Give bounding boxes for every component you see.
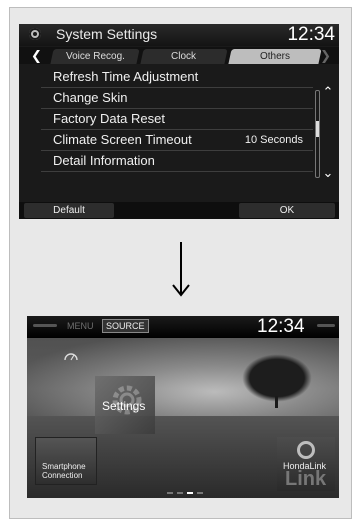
list-item-label: Climate Screen Timeout bbox=[53, 132, 192, 147]
ok-button[interactable]: OK bbox=[239, 203, 335, 218]
list-item-refresh-time-adjustment[interactable]: Refresh Time Adjustment bbox=[41, 67, 313, 88]
scroll-down-icon[interactable]: ⌄ bbox=[319, 165, 337, 181]
list-item-climate-screen-timeout[interactable]: Climate Screen Timeout 10 Seconds bbox=[41, 130, 313, 151]
status-bar-indicator bbox=[317, 324, 335, 327]
scroll-up-icon[interactable]: ⌃ bbox=[319, 84, 337, 100]
hondalink-watermark: Link bbox=[285, 468, 327, 490]
source-button[interactable]: SOURCE bbox=[102, 319, 149, 333]
chevron-right-icon[interactable]: ❯ bbox=[320, 47, 331, 64]
list-item-label: Detail Information bbox=[53, 153, 155, 168]
tab-label: Others bbox=[259, 51, 290, 62]
system-settings-screen: System Settings 12:34 ❮ Voice Recog. Clo… bbox=[19, 24, 339, 219]
home-top-bar: MENU SOURCE 12:34 bbox=[27, 316, 339, 338]
list-item-factory-data-reset[interactable]: Factory Data Reset bbox=[41, 109, 313, 130]
arrow-down-icon bbox=[172, 242, 190, 297]
speedometer-icon[interactable] bbox=[63, 351, 79, 361]
list-item-value: 10 Seconds bbox=[244, 134, 303, 146]
wallpaper-tree-trunk bbox=[275, 396, 278, 408]
list-item-detail-information[interactable]: Detail Information bbox=[41, 151, 313, 172]
gear-icon bbox=[29, 28, 41, 40]
hondalink-logo-icon bbox=[297, 441, 315, 459]
page-dot bbox=[197, 492, 203, 494]
page-dot bbox=[167, 492, 173, 494]
list-item-change-skin[interactable]: Change Skin bbox=[41, 88, 313, 109]
tab-bar: ❮ Voice Recog. Clock Others ❯ bbox=[19, 47, 339, 64]
wallpaper-tree bbox=[242, 354, 312, 402]
tab-voice-recog[interactable]: Voice Recog. bbox=[50, 49, 140, 64]
default-button[interactable]: Default bbox=[24, 203, 114, 218]
hondalink-tile-label: HondaLink bbox=[283, 461, 327, 471]
settings-tile[interactable]: Settings bbox=[95, 376, 155, 434]
settings-list: Refresh Time Adjustment Change Skin Fact… bbox=[41, 67, 313, 172]
smartphone-connection-tile[interactable]: Smartphone Connection bbox=[35, 437, 97, 485]
list-item-label: Factory Data Reset bbox=[53, 111, 165, 126]
list-item-label: Change Skin bbox=[53, 90, 128, 105]
page-dot bbox=[177, 492, 183, 494]
page-title: System Settings bbox=[56, 26, 158, 42]
footer-bar: Default OK bbox=[19, 202, 339, 219]
clock-display: 12:34 bbox=[287, 24, 335, 45]
tab-label: Clock bbox=[171, 51, 197, 62]
menu-button[interactable]: MENU bbox=[67, 321, 94, 331]
settings-tile-label: Settings bbox=[102, 399, 146, 413]
hondalink-tile[interactable]: Link HondaLink bbox=[277, 437, 335, 491]
title-bar: System Settings 12:34 bbox=[19, 24, 339, 46]
tab-label: Voice Recog. bbox=[65, 51, 125, 62]
home-clock-display: 12:34 bbox=[257, 316, 305, 337]
status-bar-indicator bbox=[33, 324, 57, 327]
smartphone-tile-label: Smartphone Connection bbox=[42, 462, 86, 480]
tab-clock[interactable]: Clock bbox=[140, 49, 228, 64]
chevron-left-icon[interactable]: ❮ bbox=[31, 47, 42, 64]
page-dot-active bbox=[187, 492, 193, 494]
scrollbar-thumb[interactable] bbox=[316, 121, 319, 137]
home-screen: MENU SOURCE 12:34 Settings Smartphone Co… bbox=[27, 316, 339, 498]
list-item-label: Refresh Time Adjustment bbox=[53, 69, 199, 84]
tab-others[interactable]: Others bbox=[228, 49, 322, 64]
page-indicator bbox=[167, 492, 207, 495]
